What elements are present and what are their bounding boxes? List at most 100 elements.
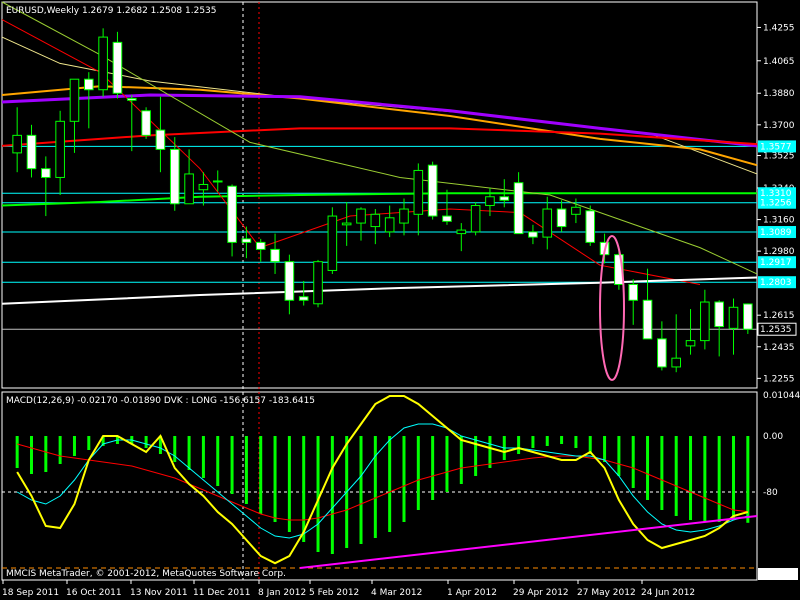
candle-body bbox=[212, 180, 223, 183]
candle-body bbox=[499, 196, 510, 201]
candle-body bbox=[356, 208, 366, 224]
candle-body bbox=[542, 208, 553, 238]
macd-fast-line bbox=[16, 395, 749, 565]
price-tick-label: 1.4065 bbox=[763, 57, 795, 67]
macd-histogram-bar bbox=[674, 436, 678, 516]
candle-body bbox=[141, 110, 151, 136]
candle-body bbox=[528, 231, 538, 238]
candle-body bbox=[69, 78, 80, 122]
candle-body bbox=[556, 208, 567, 228]
macd-histogram-bar bbox=[15, 436, 19, 468]
candle-body bbox=[184, 173, 194, 205]
price-tick-label: 1.3160 bbox=[763, 216, 795, 226]
macd-histogram-bar bbox=[646, 436, 650, 500]
macd-histogram-bar bbox=[431, 436, 435, 500]
macd-histogram-bar bbox=[560, 436, 564, 444]
macd-histogram-bar bbox=[359, 436, 363, 544]
macd-histogram-bar bbox=[173, 436, 177, 462]
candle-body bbox=[341, 222, 352, 226]
copyright-text: MMCIS MetaTrader, © 2001-2012, MetaQuote… bbox=[6, 569, 286, 579]
level-tag-label: 1.3089 bbox=[760, 228, 792, 238]
price-tick-label: 1.4255 bbox=[763, 23, 795, 33]
macd-trendline bbox=[299, 515, 758, 569]
price-tick-label: 1.3880 bbox=[763, 89, 795, 99]
date-label: 29 Apr 2012 bbox=[513, 588, 569, 598]
candle-body bbox=[26, 134, 37, 170]
macd-histogram-bar bbox=[230, 436, 234, 494]
price-tick-label: 1.2615 bbox=[763, 311, 795, 321]
candle-body bbox=[255, 241, 266, 250]
candle-body bbox=[370, 213, 381, 228]
date-label: 5 Feb 2012 bbox=[309, 588, 359, 598]
date-label: 1 Apr 2012 bbox=[447, 588, 497, 598]
macd-label: MACD(12,26,9) -0.02170 -0.01890 DVK : LO… bbox=[6, 396, 315, 406]
macd-histogram-bar bbox=[302, 436, 306, 542]
macd-histogram-bar bbox=[273, 436, 277, 522]
candle-body bbox=[270, 248, 280, 263]
candle-body bbox=[384, 217, 395, 233]
macd-histogram-bar bbox=[488, 436, 492, 468]
candle-body bbox=[700, 301, 710, 342]
candle-body bbox=[456, 229, 467, 235]
macd-histogram-bar bbox=[44, 436, 48, 472]
ma-green-line bbox=[1, 192, 757, 207]
chart-header: EURUSD,Weekly 1.2679 1.2682 1.2508 1.253… bbox=[6, 6, 217, 16]
macd-histogram-bar bbox=[545, 436, 549, 446]
candle-body bbox=[155, 129, 166, 150]
macd-histogram-bar bbox=[717, 436, 721, 522]
macd-histogram-bar bbox=[187, 436, 191, 470]
candle-body bbox=[728, 306, 739, 329]
candle-body bbox=[112, 41, 123, 94]
level-tag-label: 1.2535 bbox=[760, 325, 792, 335]
macd-tick-label: -0.0318 bbox=[760, 570, 795, 580]
macd-frame bbox=[1, 391, 758, 581]
macd-histogram-bar bbox=[373, 436, 377, 538]
price-tick-label: 1.2255 bbox=[763, 374, 795, 384]
macd-histogram-bar bbox=[445, 436, 449, 492]
candle-body bbox=[284, 261, 295, 301]
date-label: 24 Jun 2012 bbox=[641, 588, 695, 598]
macd-histogram-bar bbox=[416, 436, 420, 510]
date-label: 11 Dec 2011 bbox=[193, 588, 251, 598]
macd-histogram-bar bbox=[474, 436, 478, 476]
candle-body bbox=[571, 206, 581, 215]
candle-body bbox=[743, 303, 753, 330]
macd-histogram-bar bbox=[29, 436, 33, 474]
candle-body bbox=[657, 338, 667, 368]
macd-histogram-bar bbox=[617, 436, 621, 476]
date-label: 8 Jan 2012 bbox=[258, 588, 306, 598]
candle-body bbox=[427, 164, 438, 217]
macd-histogram-bar bbox=[459, 436, 463, 484]
candle-body bbox=[126, 98, 137, 101]
macd-histogram-bar bbox=[603, 436, 607, 462]
macd-histogram-bar bbox=[72, 436, 76, 456]
macd-histogram-bar bbox=[330, 436, 334, 554]
level-tag-label: 1.2803 bbox=[760, 278, 792, 288]
price-tick-label: 1.2435 bbox=[763, 343, 795, 353]
macd-histogram-bar bbox=[531, 436, 535, 448]
date-label: 4 Mar 2012 bbox=[371, 588, 422, 598]
macd-tick-label: 0.00 bbox=[763, 432, 783, 442]
macd-histogram-bar bbox=[259, 436, 263, 514]
candle-body bbox=[442, 215, 452, 222]
macd-histogram-bar bbox=[87, 436, 91, 450]
macd-histogram-bar bbox=[402, 436, 406, 522]
macd-tick-label: -80 bbox=[763, 488, 778, 498]
candle-body bbox=[327, 215, 338, 271]
macd-histogram-bar bbox=[58, 436, 62, 464]
candle-body bbox=[84, 78, 94, 91]
candle-body bbox=[413, 169, 424, 215]
macd-histogram-bar bbox=[703, 436, 707, 522]
macd-histogram-bar bbox=[144, 436, 148, 448]
candle-body bbox=[628, 283, 639, 301]
macd-histogram-bar bbox=[746, 436, 750, 523]
level-tag-label: 1.3577 bbox=[760, 142, 792, 152]
macd-tick-label: 0.01044 bbox=[763, 391, 800, 401]
macd-histogram-bar bbox=[201, 436, 205, 478]
candle-body bbox=[585, 210, 596, 243]
level-tag-label: 1.2917 bbox=[760, 258, 792, 268]
candle-body bbox=[399, 208, 409, 224]
macd-slow-line bbox=[17, 443, 748, 521]
candle-body bbox=[169, 148, 180, 205]
price-tick-label: 1.3525 bbox=[763, 152, 795, 162]
